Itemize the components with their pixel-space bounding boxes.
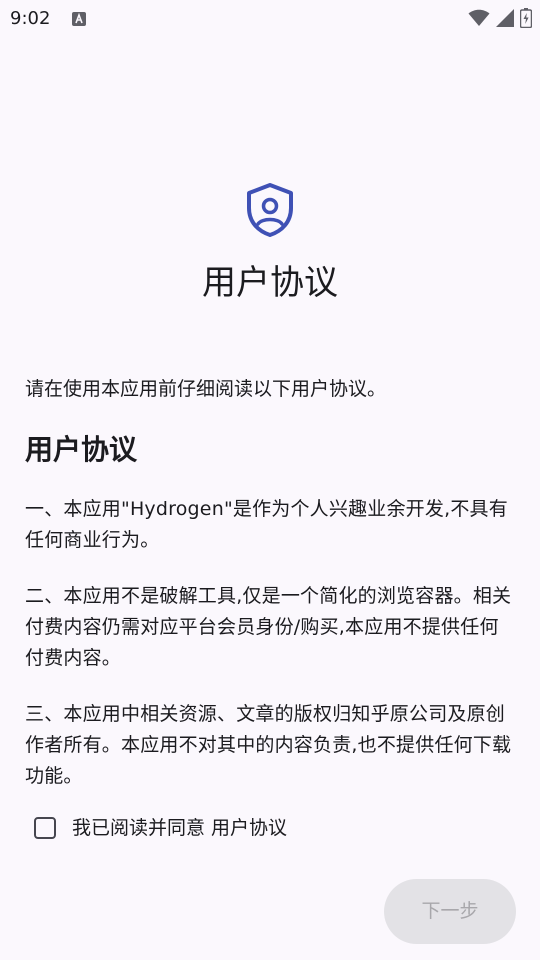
shield-user-icon — [247, 183, 293, 237]
signal-icon — [496, 9, 514, 27]
agreement-paragraph-2: 二、本应用不是破解工具,仅是一个简化的浏览容器。相关付费内容仍需对应平台会员身份… — [25, 585, 512, 669]
agreement-paragraph-1: 一、本应用"Hydrogen"是作为个人兴趣业余开发,不具有任何商业行为。 — [25, 498, 508, 551]
battery-icon — [520, 8, 532, 28]
page-title: 用户协议 — [202, 263, 338, 303]
agree-label[interactable]: 我已阅读并同意 用户协议 — [72, 813, 287, 843]
agree-checkbox[interactable] — [34, 817, 56, 839]
a-icon — [72, 12, 86, 26]
agree-checkbox-row[interactable]: 我已阅读并同意 用户协议 — [34, 812, 287, 844]
wifi-icon — [468, 9, 490, 26]
next-button[interactable]: 下一步 — [384, 879, 516, 944]
status-time: 9:02 — [10, 8, 51, 29]
status-icons — [468, 8, 532, 28]
agreement-paragraph-3: 三、本应用中相关资源、文章的版权归知乎原公司及原创作者所有。本应用不对其中的内容… — [25, 703, 512, 787]
section-heading: 用户协议 — [25, 433, 138, 466]
intro-text: 请在使用本应用前仔细阅读以下用户协议。 — [25, 378, 387, 400]
status-bar: 9:02 — [0, 0, 540, 36]
